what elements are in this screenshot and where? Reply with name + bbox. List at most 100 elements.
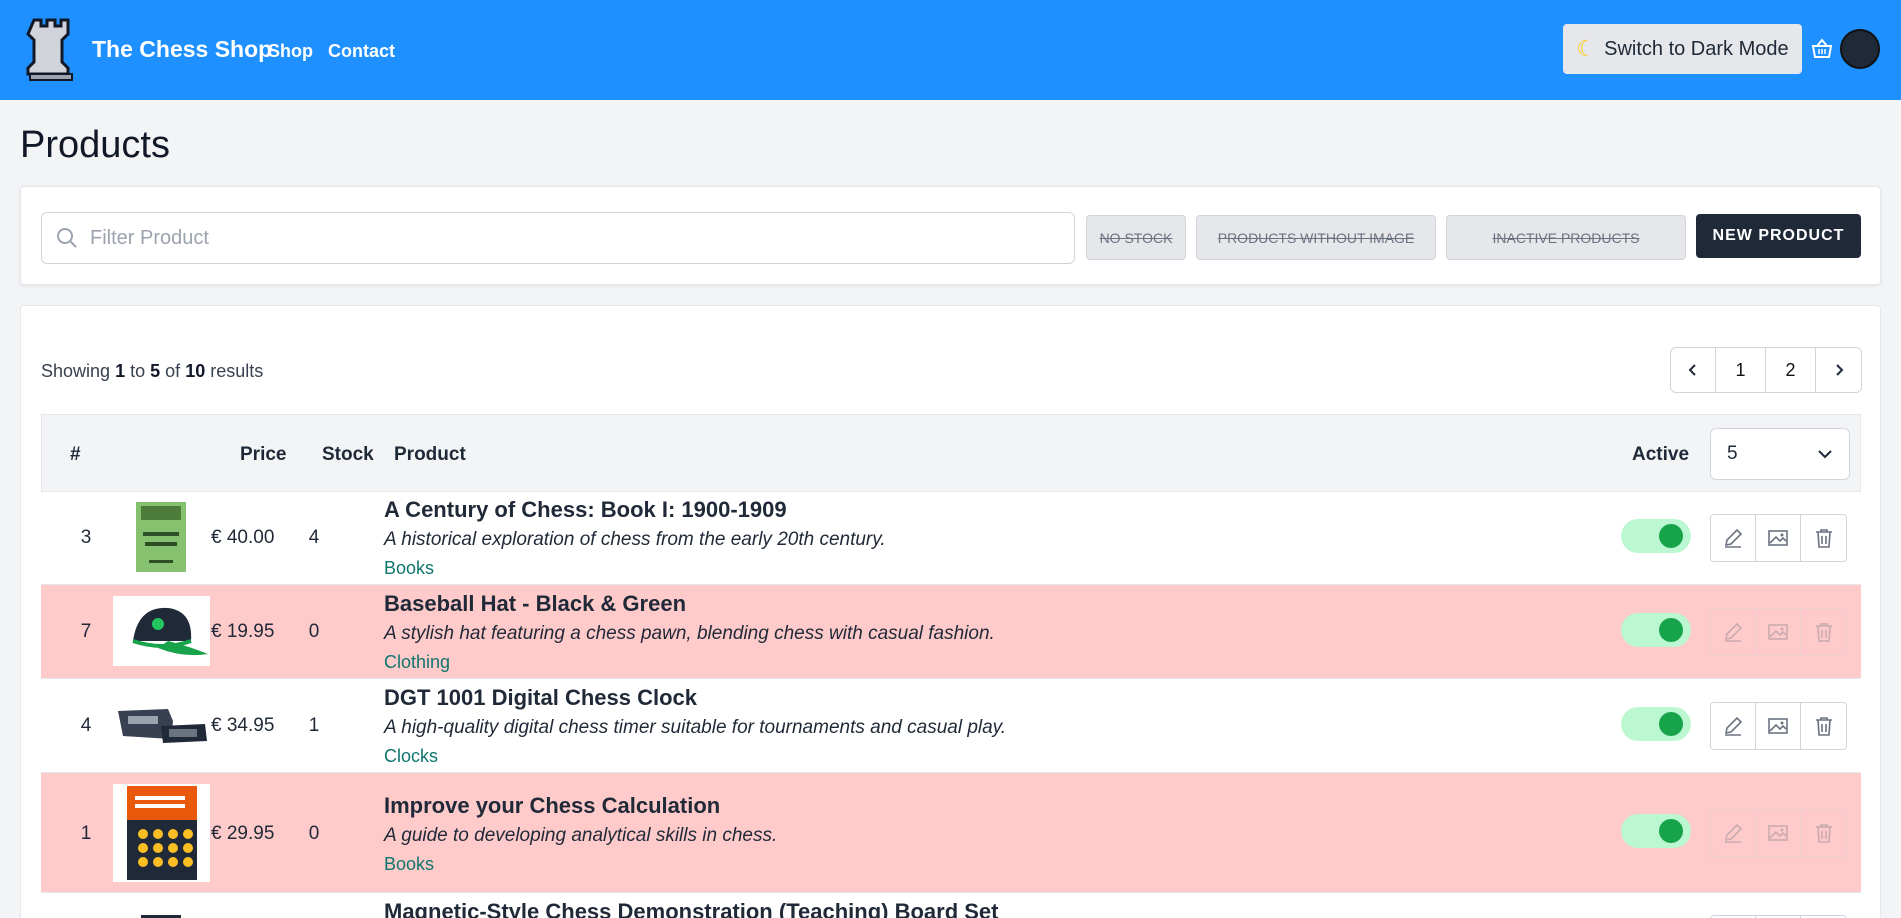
toggle-knob bbox=[1659, 819, 1683, 843]
edit-button[interactable] bbox=[1711, 609, 1756, 655]
dark-mode-button[interactable]: ☾ Switch to Dark Mode bbox=[1563, 24, 1802, 74]
nav-shop-link[interactable]: Shop bbox=[268, 41, 313, 62]
product-thumbnail-book bbox=[136, 502, 186, 572]
edit-button[interactable] bbox=[1711, 703, 1756, 749]
row-price: € 29.95 bbox=[211, 823, 275, 844]
trash-icon bbox=[1815, 623, 1832, 642]
active-toggle[interactable] bbox=[1621, 814, 1691, 848]
product-name[interactable]: Improve your Chess Calculation bbox=[384, 793, 720, 819]
product-name[interactable]: DGT 1001 Digital Chess Clock bbox=[384, 685, 697, 711]
rook-logo-icon[interactable] bbox=[26, 16, 76, 82]
delete-button[interactable] bbox=[1801, 810, 1846, 856]
product-name[interactable]: A Century of Chess: Book I: 1900-1909 bbox=[384, 497, 787, 523]
table-row: 7 € 19.95 0 Baseball Hat - Black & Green… bbox=[41, 585, 1861, 679]
table-header: # Price Stock Product Active bbox=[41, 414, 1861, 492]
table-row: 4 € 34.95 1 DGT 1001 Digital Chess Clock… bbox=[41, 679, 1861, 773]
image-button[interactable] bbox=[1756, 810, 1801, 856]
row-actions bbox=[1710, 608, 1847, 656]
image-icon bbox=[1768, 718, 1788, 734]
per-page-select[interactable]: 5 bbox=[1710, 428, 1850, 480]
row-id: 7 bbox=[80, 621, 92, 642]
results-prefix: Showing bbox=[41, 361, 111, 381]
product-category[interactable]: Clocks bbox=[384, 746, 438, 767]
row-price: € 34.95 bbox=[211, 715, 275, 736]
user-avatar[interactable] bbox=[1840, 29, 1880, 69]
results-to: 5 bbox=[150, 361, 161, 381]
pencil-icon bbox=[1724, 528, 1743, 548]
brand-name[interactable]: The Chess Shop bbox=[92, 36, 272, 63]
trash-icon bbox=[1815, 824, 1832, 843]
per-page-value: 5 bbox=[1727, 443, 1738, 464]
products-table-card: Showing 1 to 5 of 10 results 1 2 # Price… bbox=[20, 305, 1881, 918]
without-image-filter-button[interactable]: PRODUCTS WITHOUT IMAGE bbox=[1196, 215, 1436, 260]
table-row: 3 € 40.00 4 A Century of Chess: Book I: … bbox=[41, 492, 1861, 585]
product-thumbnail-clock bbox=[118, 709, 207, 743]
product-description: A historical exploration of chess from t… bbox=[384, 529, 886, 550]
pencil-icon bbox=[1724, 716, 1743, 736]
moon-icon: ☾ bbox=[1576, 36, 1597, 61]
product-category[interactable]: Clothing bbox=[384, 652, 450, 673]
row-id: 1 bbox=[80, 823, 92, 844]
next-page-button[interactable] bbox=[1816, 348, 1861, 392]
filter-card: NO STOCK PRODUCTS WITHOUT IMAGE INACTIVE… bbox=[20, 186, 1881, 285]
image-icon bbox=[1768, 624, 1788, 640]
results-of-word: of bbox=[165, 361, 181, 381]
row-stock: 1 bbox=[308, 715, 320, 736]
active-toggle[interactable] bbox=[1621, 613, 1691, 647]
results-from: 1 bbox=[115, 361, 126, 381]
product-category[interactable]: Books bbox=[384, 854, 434, 875]
new-product-button[interactable]: NEW PRODUCT bbox=[1696, 214, 1861, 258]
product-category[interactable]: Books bbox=[384, 558, 434, 579]
edit-button[interactable] bbox=[1711, 515, 1756, 561]
header-id: # bbox=[70, 444, 81, 465]
product-name[interactable]: Baseball Hat - Black & Green bbox=[384, 591, 686, 617]
row-id: 4 bbox=[80, 715, 92, 736]
results-suffix: results bbox=[210, 361, 264, 381]
delete-button[interactable] bbox=[1801, 609, 1846, 655]
image-button[interactable] bbox=[1756, 703, 1801, 749]
row-stock: 0 bbox=[308, 621, 320, 642]
filter-product-input[interactable] bbox=[90, 226, 1050, 250]
dark-mode-label: Switch to Dark Mode bbox=[1604, 37, 1789, 60]
page-2-button[interactable]: 2 bbox=[1766, 348, 1816, 392]
header-active: Active bbox=[1632, 444, 1690, 465]
inactive-filter-button[interactable]: INACTIVE PRODUCTS bbox=[1446, 215, 1686, 260]
edit-button[interactable] bbox=[1711, 810, 1756, 856]
pencil-icon bbox=[1724, 622, 1743, 642]
active-toggle[interactable] bbox=[1621, 519, 1691, 553]
image-icon bbox=[1768, 825, 1788, 841]
basket-icon[interactable] bbox=[1811, 38, 1833, 60]
image-icon bbox=[1768, 530, 1788, 546]
toggle-knob bbox=[1659, 524, 1683, 548]
product-thumbnail-hat bbox=[113, 596, 210, 666]
page-title: Products bbox=[20, 124, 170, 166]
product-description: A high-quality digital chess timer suita… bbox=[384, 717, 1007, 738]
image-button[interactable] bbox=[1756, 609, 1801, 655]
product-thumbnail-book bbox=[113, 784, 210, 882]
nav-contact-link[interactable]: Contact bbox=[328, 41, 395, 62]
row-price: € 19.95 bbox=[211, 621, 275, 642]
results-to-word: to bbox=[130, 361, 146, 381]
results-summary: Showing 1 to 5 of 10 results bbox=[41, 361, 263, 382]
product-description: A guide to developing analytical skills … bbox=[384, 825, 778, 846]
results-total: 10 bbox=[185, 361, 206, 381]
navbar: The Chess Shop Shop Contact ☾ Switch to … bbox=[0, 0, 1901, 100]
product-thumbnail-board bbox=[141, 915, 181, 918]
active-toggle[interactable] bbox=[1621, 707, 1691, 741]
no-stock-filter-button[interactable]: NO STOCK bbox=[1086, 215, 1186, 260]
delete-button[interactable] bbox=[1801, 703, 1846, 749]
pagination: 1 2 bbox=[1670, 347, 1862, 393]
trash-icon bbox=[1815, 529, 1832, 548]
chevron-right-icon bbox=[1835, 364, 1843, 376]
row-id: 3 bbox=[80, 527, 92, 548]
row-actions bbox=[1710, 514, 1847, 562]
toggle-knob bbox=[1659, 712, 1683, 736]
chevron-left-icon bbox=[1688, 364, 1696, 376]
image-button[interactable] bbox=[1756, 515, 1801, 561]
prev-page-button[interactable] bbox=[1671, 348, 1716, 392]
page-1-button[interactable]: 1 bbox=[1716, 348, 1766, 392]
product-description: A stylish hat featuring a chess pawn, bl… bbox=[384, 623, 995, 644]
row-actions bbox=[1710, 809, 1847, 857]
delete-button[interactable] bbox=[1801, 515, 1846, 561]
product-name[interactable]: Magnetic-Style Chess Demonstration (Teac… bbox=[384, 899, 998, 918]
